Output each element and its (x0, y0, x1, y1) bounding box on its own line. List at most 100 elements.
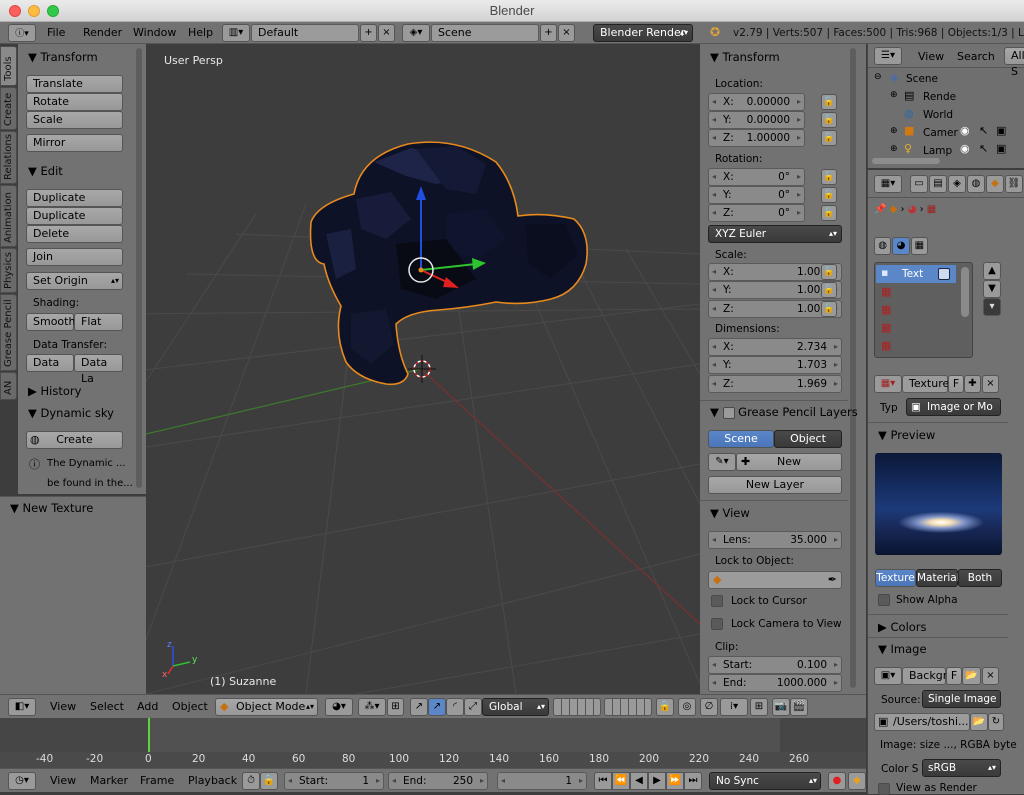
editor-type-info-icon[interactable]: ⓘ▾ (8, 24, 36, 42)
color-space-select[interactable]: sRGB ▴▾ (922, 759, 1001, 777)
reload-icon[interactable]: ↻ (988, 713, 1004, 731)
rotate-button[interactable]: Rotate (26, 93, 123, 111)
lock-camera-checkbox[interactable] (711, 618, 723, 630)
outliner-display-mode[interactable]: All S (1004, 47, 1024, 78)
create-sky-button[interactable]: ◍ Create (26, 431, 123, 449)
add-texture-icon[interactable]: ✚ (964, 375, 981, 393)
properties-editor-icon[interactable]: ▦▾ (874, 175, 902, 193)
rotation-x-field[interactable]: ◂ X: 0° ▸ (708, 168, 805, 186)
data-transfer-button[interactable]: Data (26, 354, 74, 372)
lock-icon[interactable]: 🔓 (821, 130, 837, 146)
gp-new-button[interactable]: ✚ New (736, 453, 842, 471)
image-panel-header[interactable]: ▼ Image (878, 642, 927, 656)
texture-type-select[interactable]: ▣ Image or Mo (906, 398, 1001, 416)
render-icon[interactable]: ▣ (996, 142, 1006, 155)
dimension-z-field[interactable]: ◂ Z: 1.969 ▸ (708, 375, 842, 393)
transform-orientation-select[interactable]: Global ▴▾ (482, 698, 549, 716)
tab-an[interactable]: AN (0, 372, 17, 400)
image-name-field[interactable]: Backgr (902, 667, 947, 685)
auto-keying-record-icon[interactable]: ● (828, 772, 846, 790)
cursor-icon[interactable]: ↖ (979, 124, 988, 137)
image-source-select[interactable]: Single Image (922, 690, 1001, 708)
unlink-texture-icon[interactable]: × (982, 375, 999, 393)
location-x-field[interactable]: ◂ X: 0.00000 ▸ (708, 93, 805, 111)
image-fake-user-button[interactable]: F (946, 667, 962, 685)
fake-user-button[interactable]: F (948, 375, 964, 393)
manipulator-toggle-icon[interactable]: ↗ (410, 698, 428, 716)
empty-slot-icon[interactable]: ▦ (881, 303, 891, 316)
select-menu[interactable]: Select (90, 695, 124, 719)
set-origin-select[interactable]: Set Origin ▴▾ (26, 272, 123, 290)
jump-end-icon[interactable]: ⏭ (684, 772, 702, 790)
cursor-icon[interactable]: ↖ (979, 142, 988, 155)
empty-slot-icon[interactable]: ▦ (881, 339, 891, 352)
outliner-editor-icon[interactable]: ☰▾ (874, 47, 902, 65)
marker-menu[interactable]: Marker (90, 769, 128, 793)
translate-button[interactable]: Translate (26, 75, 123, 93)
eye-icon[interactable]: ◉ (960, 124, 970, 137)
slot-enabled-checkbox[interactable] (938, 268, 950, 280)
mode-select[interactable]: ◆ Object Mode ▴▾ (215, 698, 318, 716)
slot-list-scrollbar[interactable] (961, 267, 969, 317)
frame-end-field[interactable]: ◂ End: 250 ▸ (388, 772, 488, 790)
add-scene-icon[interactable]: + (540, 24, 557, 42)
move-slot-up-icon[interactable]: ▲ (983, 262, 1001, 280)
browse-image-icon[interactable]: ▣▾ (874, 667, 902, 685)
current-frame-field[interactable]: ◂ 1 ▸ (497, 772, 587, 790)
open-image-icon[interactable]: 📂 (962, 667, 981, 685)
history-panel-header[interactable]: ▶ History (28, 384, 81, 398)
current-frame-line[interactable] (148, 718, 150, 754)
lock-icon[interactable]: 🔓 (821, 282, 837, 298)
tab-physics[interactable]: Physics (0, 248, 17, 293)
preview-both-tab[interactable]: Both (958, 569, 1002, 587)
location-z-field[interactable]: ◂ Z: 1.00000 ▸ (708, 129, 805, 147)
prev-keyframe-icon[interactable]: ⏪ (612, 772, 630, 790)
show-alpha-checkbox[interactable] (878, 594, 890, 606)
scene-name-field[interactable]: Scene (431, 24, 539, 42)
dynamic-sky-panel-header[interactable]: ▼ Dynamic sky (28, 406, 114, 420)
world-context-icon[interactable]: ◍ (874, 237, 892, 255)
outliner-row-scene[interactable]: ⊖ ◈ Scene (872, 70, 1012, 88)
colors-panel-header[interactable]: ▶ Colors (878, 620, 927, 634)
object-tab-icon[interactable]: ◆ (986, 175, 1004, 193)
close-window-button[interactable] (9, 5, 21, 17)
outliner-view-menu[interactable]: View (918, 44, 944, 70)
mirror-button[interactable]: Mirror (26, 134, 123, 152)
location-y-field[interactable]: ◂ Y: 0.00000 ▸ (708, 111, 805, 129)
lens-field[interactable]: ◂ Lens: 35.000 ▸ (708, 531, 842, 549)
suzanne-mesh[interactable] (309, 141, 588, 386)
gp-object-tab[interactable]: Object (774, 430, 842, 448)
playback-menu[interactable]: Playback (188, 769, 237, 793)
view-menu[interactable]: View (50, 695, 76, 719)
tab-relations[interactable]: Relations (0, 131, 17, 184)
timeline-area[interactable] (0, 718, 866, 768)
render-icon[interactable]: ▣ (996, 124, 1006, 137)
preview-panel-header[interactable]: ▼ Preview (878, 428, 935, 442)
menu-help[interactable]: Help (188, 22, 213, 44)
lock-icon[interactable]: 🔓 (821, 94, 837, 110)
jump-start-icon[interactable]: ⏮ (594, 772, 612, 790)
snap-element-icon[interactable]: ⁞▾ (720, 698, 748, 716)
add-menu[interactable]: Add (137, 695, 158, 719)
lock-icon[interactable]: 🔓 (821, 187, 837, 203)
preview-range-icon[interactable]: ⏱ (242, 772, 260, 790)
constraints-tab-icon[interactable]: ⛓ (1005, 175, 1023, 193)
lock-icon[interactable]: 🔓 (821, 301, 837, 317)
3d-viewport[interactable]: User Persp z y x (1) Suzanne (146, 44, 700, 694)
rotation-mode-select[interactable]: XYZ Euler ▴▾ (708, 225, 842, 243)
outliner-row-camera[interactable]: ⊕ ■ Camer ◉ ↖ ▣ (888, 124, 1012, 142)
image-filepath-field[interactable]: ▣ /Users/toshi... (874, 713, 970, 731)
empty-slot-icon[interactable]: ▦ (881, 285, 891, 298)
tab-tools[interactable]: Tools (0, 46, 17, 86)
eyedropper-icon[interactable]: ✒ (828, 572, 837, 588)
texture-slot-row-active[interactable]: ▪ Text (876, 265, 956, 283)
pencil-icon[interactable]: ✎▾ (708, 453, 736, 471)
clip-start-field[interactable]: ◂ Start: 0.100 ▸ (708, 656, 842, 674)
outliner-h-scrollbar[interactable] (872, 158, 940, 164)
timeline-ruler[interactable] (0, 752, 866, 768)
menu-window[interactable]: Window (133, 22, 176, 44)
properties-scrollbar[interactable] (850, 48, 856, 688)
screen-layout-icon[interactable]: ▥▾ (222, 24, 250, 42)
lock-icon[interactable]: 🔓 (821, 169, 837, 185)
outliner-row-world[interactable]: ◍ World (888, 106, 1012, 124)
